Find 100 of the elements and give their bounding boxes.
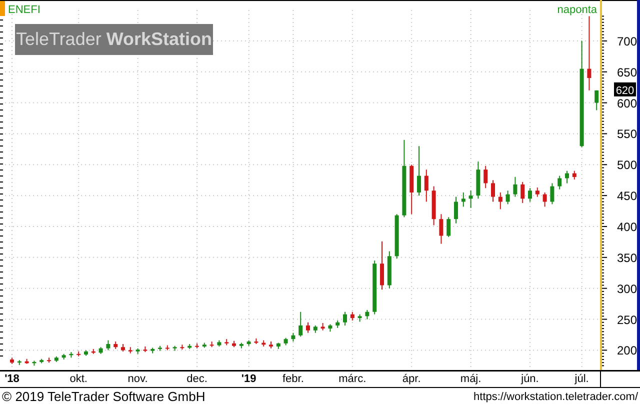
candle (380, 240, 384, 290)
candle (143, 346, 148, 353)
last-price-tag: 620 (614, 82, 636, 97)
candle (114, 341, 118, 350)
symbol-marker (0, 1, 5, 16)
axis-label: okt. (70, 372, 88, 387)
candle (572, 170, 576, 180)
candle (54, 356, 58, 362)
axis-label: 400 (617, 220, 638, 234)
candle (336, 320, 340, 328)
candle (269, 341, 273, 349)
candle (239, 342, 244, 349)
axis-label: dec. (186, 372, 208, 387)
candle (328, 324, 332, 332)
candle (350, 311, 354, 322)
candle (224, 338, 229, 346)
candle (298, 311, 303, 338)
candle (513, 176, 518, 198)
candle (320, 322, 325, 331)
candle (202, 342, 206, 348)
candle (24, 358, 29, 364)
candle (491, 180, 495, 202)
candle (558, 175, 562, 190)
candle (284, 337, 288, 346)
candle (594, 90, 599, 111)
axis-label: júl. (574, 372, 589, 387)
candle (217, 340, 222, 347)
candle (69, 352, 74, 358)
axis-label: 250 (617, 312, 638, 327)
axis-label: febr. (282, 372, 304, 387)
candle (98, 346, 103, 354)
axis-label: 300 (617, 282, 638, 296)
axis-label: 700 (617, 34, 638, 48)
candle (10, 357, 14, 364)
candle (484, 165, 488, 189)
axis-label: '19 (241, 372, 256, 387)
candle (276, 342, 280, 350)
candle (17, 360, 22, 366)
url-text: https://workstation.teletrader.com/ (474, 390, 638, 402)
candle (358, 314, 362, 322)
candle (232, 340, 236, 348)
candle (254, 338, 258, 345)
candle (121, 344, 125, 352)
candle (424, 169, 428, 202)
candle (520, 181, 525, 204)
candle (158, 345, 162, 352)
candle (165, 344, 170, 351)
candle (417, 146, 421, 196)
axis-label: 500 (617, 158, 638, 172)
candle (106, 340, 110, 351)
candle (180, 344, 184, 350)
candle (387, 250, 392, 289)
candle (454, 196, 458, 224)
candle (550, 182, 554, 205)
candle (47, 357, 51, 364)
axis-label: márc. (338, 372, 366, 387)
candle (535, 187, 540, 198)
candle (150, 347, 155, 354)
candle (136, 348, 140, 354)
axis-label: 350 (617, 250, 638, 265)
candle (372, 260, 377, 315)
candle (410, 164, 414, 215)
candle (40, 358, 44, 364)
interval-label: naponta (557, 4, 597, 16)
candle (262, 340, 266, 347)
axis-label: ápr. (402, 372, 421, 387)
candle (76, 350, 81, 357)
candle (32, 360, 36, 366)
axis-label: '18 (4, 372, 20, 387)
axis-label: 600 (617, 96, 638, 110)
candle (461, 192, 466, 208)
axis-label: máj. (460, 372, 482, 387)
candle (439, 214, 444, 244)
copyright-text: © 2019 TeleTrader Software GmbH (2, 389, 206, 404)
candle (246, 340, 251, 346)
candle (506, 190, 510, 205)
candle (365, 310, 370, 320)
symbol-label: ENEFI (8, 4, 40, 16)
candle (91, 348, 96, 354)
candle (528, 188, 532, 202)
candle (172, 345, 177, 352)
candle (291, 332, 296, 342)
logo: TeleTrader WorkStation (15, 24, 213, 55)
axis-label: jún. (521, 372, 539, 387)
candle (394, 214, 399, 260)
candle (313, 324, 318, 334)
candle (468, 190, 473, 208)
axis-label: 550 (617, 127, 638, 142)
candle (343, 311, 347, 326)
candle (476, 161, 480, 200)
candle (542, 192, 547, 208)
candle (195, 342, 199, 349)
candle (446, 216, 451, 238)
axis-label: nov. (128, 372, 148, 387)
candle (62, 353, 66, 360)
candle (210, 341, 214, 348)
candle (498, 192, 502, 210)
candle (188, 344, 192, 350)
candle (128, 346, 132, 354)
candle (306, 322, 310, 334)
